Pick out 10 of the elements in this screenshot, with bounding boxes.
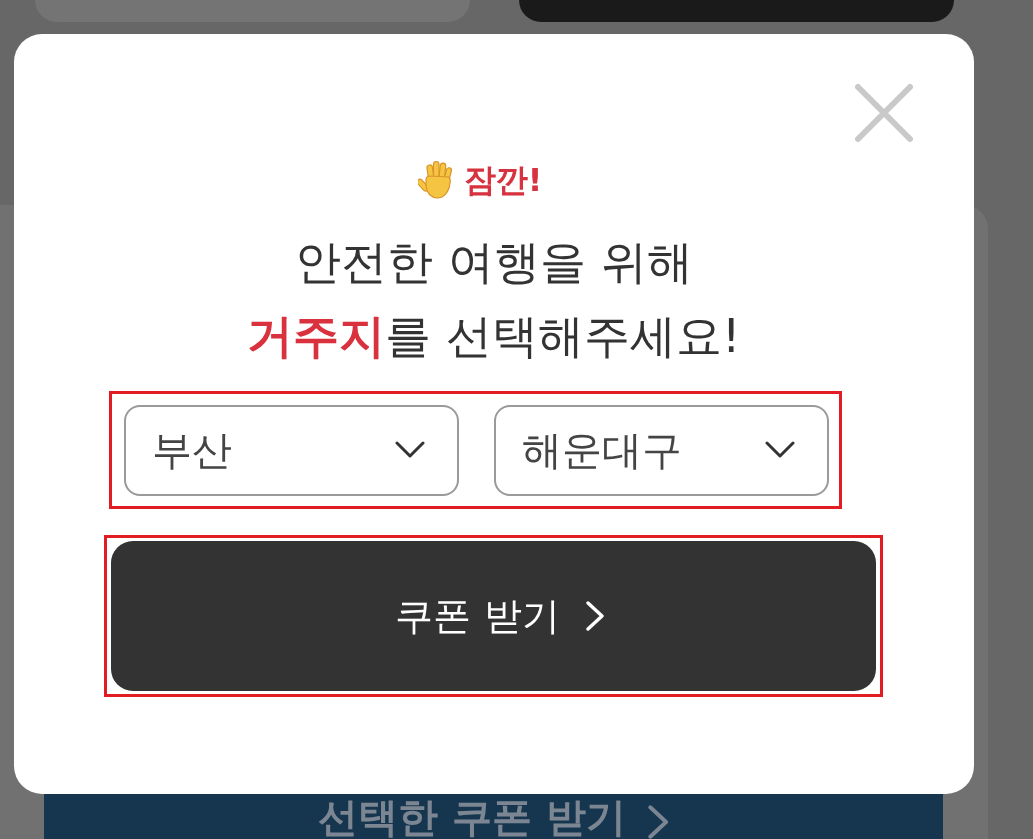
dialog-headline: 안전한 여행을 위해 거주지를 선택해주세요! bbox=[246, 234, 742, 365]
chevron-down-icon bbox=[765, 441, 795, 459]
chevron-right-icon bbox=[585, 601, 604, 631]
get-coupon-button[interactable]: 쿠폰 받기 bbox=[111, 541, 876, 691]
city-select[interactable]: 부산 bbox=[124, 404, 459, 496]
chevron-down-icon bbox=[395, 441, 425, 459]
district-select[interactable]: 해운대구 bbox=[494, 404, 829, 496]
chevron-right-icon bbox=[648, 805, 669, 839]
notice-title: 잠깐! bbox=[463, 160, 543, 201]
close-icon[interactable] bbox=[855, 84, 913, 142]
